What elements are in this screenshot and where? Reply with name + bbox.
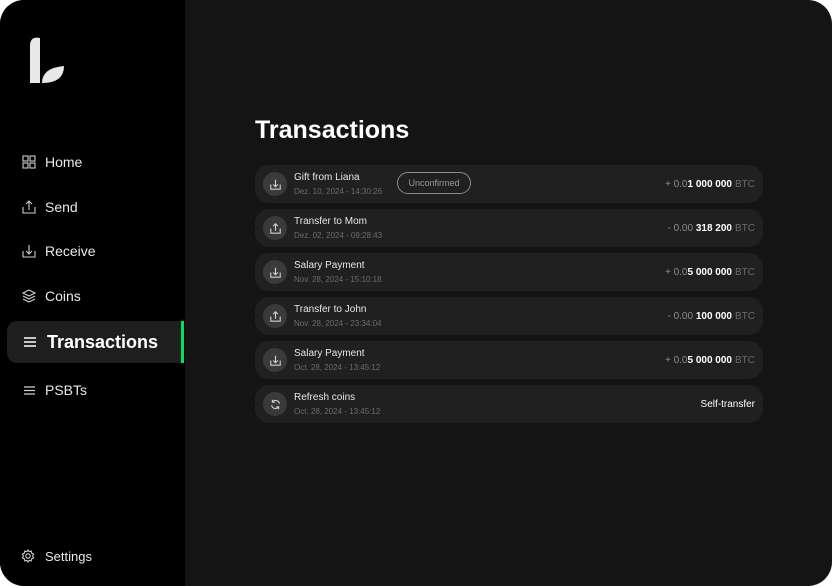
table-row[interactable]: Salary Payment Nov. 28, 2024 - 15:10:18 … — [255, 253, 763, 291]
amount-unit: BTC — [735, 266, 755, 278]
transaction-date: Dez. 10, 2024 - 14:30:26 — [294, 186, 383, 196]
receive-icon — [263, 260, 287, 284]
transaction-date: Nov. 28, 2024 - 23:34:04 — [294, 318, 382, 328]
amount-prefix: + 0.0 — [664, 266, 688, 278]
transaction-label: Gift from Liana — [294, 171, 360, 183]
transaction-label: Salary Payment — [294, 347, 365, 359]
list-icon — [21, 382, 37, 398]
sidebar-item-label: Home — [45, 154, 83, 170]
sidebar-item-send[interactable]: Send — [7, 186, 184, 228]
amount-main: 5 000 000 — [687, 266, 733, 278]
sidebar-item-home[interactable]: Home — [7, 141, 184, 183]
sidebar-item-transactions[interactable]: Transactions — [7, 321, 184, 363]
amount-unit: BTC — [735, 310, 755, 322]
amount-prefix: + 0.0 — [664, 178, 688, 190]
sidebar-item-label: Receive — [45, 243, 96, 259]
transaction-amount: + 0.0 5 000 000 BTC — [665, 253, 755, 291]
app-window: Home Send Receive Coins Transactions PSB… — [0, 0, 832, 586]
table-row[interactable]: Gift from Liana Dez. 10, 2024 - 14:30:26… — [255, 165, 763, 203]
sidebar-item-label: Transactions — [47, 331, 159, 352]
amount-main: 1 000 000 — [687, 178, 733, 190]
transaction-amount: + 0.0 5 000 000 BTC — [665, 341, 755, 379]
receive-icon — [263, 348, 287, 372]
settings-button[interactable]: Settings — [7, 545, 184, 567]
list-icon — [21, 333, 39, 351]
coins-icon — [21, 288, 37, 304]
sidebar-item-label: Coins — [45, 288, 81, 304]
transaction-label: Transfer to Mom — [294, 215, 367, 227]
amount-unit: BTC — [735, 178, 755, 190]
sidebar-item-label: PSBTs — [45, 382, 88, 398]
send-icon — [263, 304, 287, 328]
refresh-icon — [263, 392, 287, 416]
liana-logo — [30, 37, 64, 83]
receive-icon — [263, 172, 287, 196]
transaction-amount: + 0.0 1 000 000 BTC — [665, 165, 755, 203]
transaction-amount: - 0.00 100 000 BTC — [667, 297, 755, 335]
table-row[interactable]: Refresh coins Oct. 28, 2024 - 13:45:12 S… — [255, 385, 763, 423]
receive-icon — [21, 243, 37, 259]
amount-prefix: + 0.0 — [664, 354, 688, 366]
amount-unit: BTC — [735, 222, 755, 234]
transaction-date: Oct. 28, 2024 - 13:45:12 — [294, 362, 381, 372]
sidebar: Home Send Receive Coins Transactions PSB… — [0, 0, 185, 586]
self-transfer-label: Self-transfer — [700, 398, 755, 410]
send-icon — [263, 216, 287, 240]
transaction-list: Gift from Liana Dez. 10, 2024 - 14:30:26… — [255, 165, 763, 429]
sidebar-item-receive[interactable]: Receive — [7, 230, 184, 272]
page-title: Transactions — [255, 116, 410, 144]
transaction-amount: - 0.00 318 200 BTC — [667, 209, 755, 247]
transaction-date: Dez. 02, 2024 - 09:28:43 — [294, 230, 383, 240]
transaction-date: Oct. 28, 2024 - 13:45:12 — [294, 406, 381, 416]
table-row[interactable]: Transfer to Mom Dez. 02, 2024 - 09:28:43… — [255, 209, 763, 247]
send-icon — [21, 199, 37, 215]
table-row[interactable]: Salary Payment Oct. 28, 2024 - 13:45:12 … — [255, 341, 763, 379]
settings-label: Settings — [45, 548, 92, 564]
amount-prefix: - 0.00 — [667, 222, 696, 234]
gear-icon — [21, 548, 37, 564]
transaction-date: Nov. 28, 2024 - 15:10:18 — [294, 274, 382, 284]
transaction-amount: Self-transfer — [701, 385, 755, 423]
sidebar-item-psbts[interactable]: PSBTs — [7, 369, 184, 411]
table-row[interactable]: Transfer to John Nov. 28, 2024 - 23:34:0… — [255, 297, 763, 335]
grid-icon — [21, 154, 37, 170]
transaction-label: Refresh coins — [294, 391, 356, 403]
sidebar-item-coins[interactable]: Coins — [7, 275, 184, 317]
transaction-label: Salary Payment — [294, 259, 365, 271]
amount-main: 318 200 — [695, 222, 732, 234]
amount-main: 100 000 — [695, 310, 732, 322]
amount-main: 5 000 000 — [687, 354, 733, 366]
transaction-label: Transfer to John — [294, 303, 367, 315]
amount-prefix: - 0.00 — [667, 310, 696, 322]
sidebar-item-label: Send — [45, 199, 78, 215]
amount-unit: BTC — [735, 354, 755, 366]
status-badge: Unconfirmed — [397, 172, 471, 194]
